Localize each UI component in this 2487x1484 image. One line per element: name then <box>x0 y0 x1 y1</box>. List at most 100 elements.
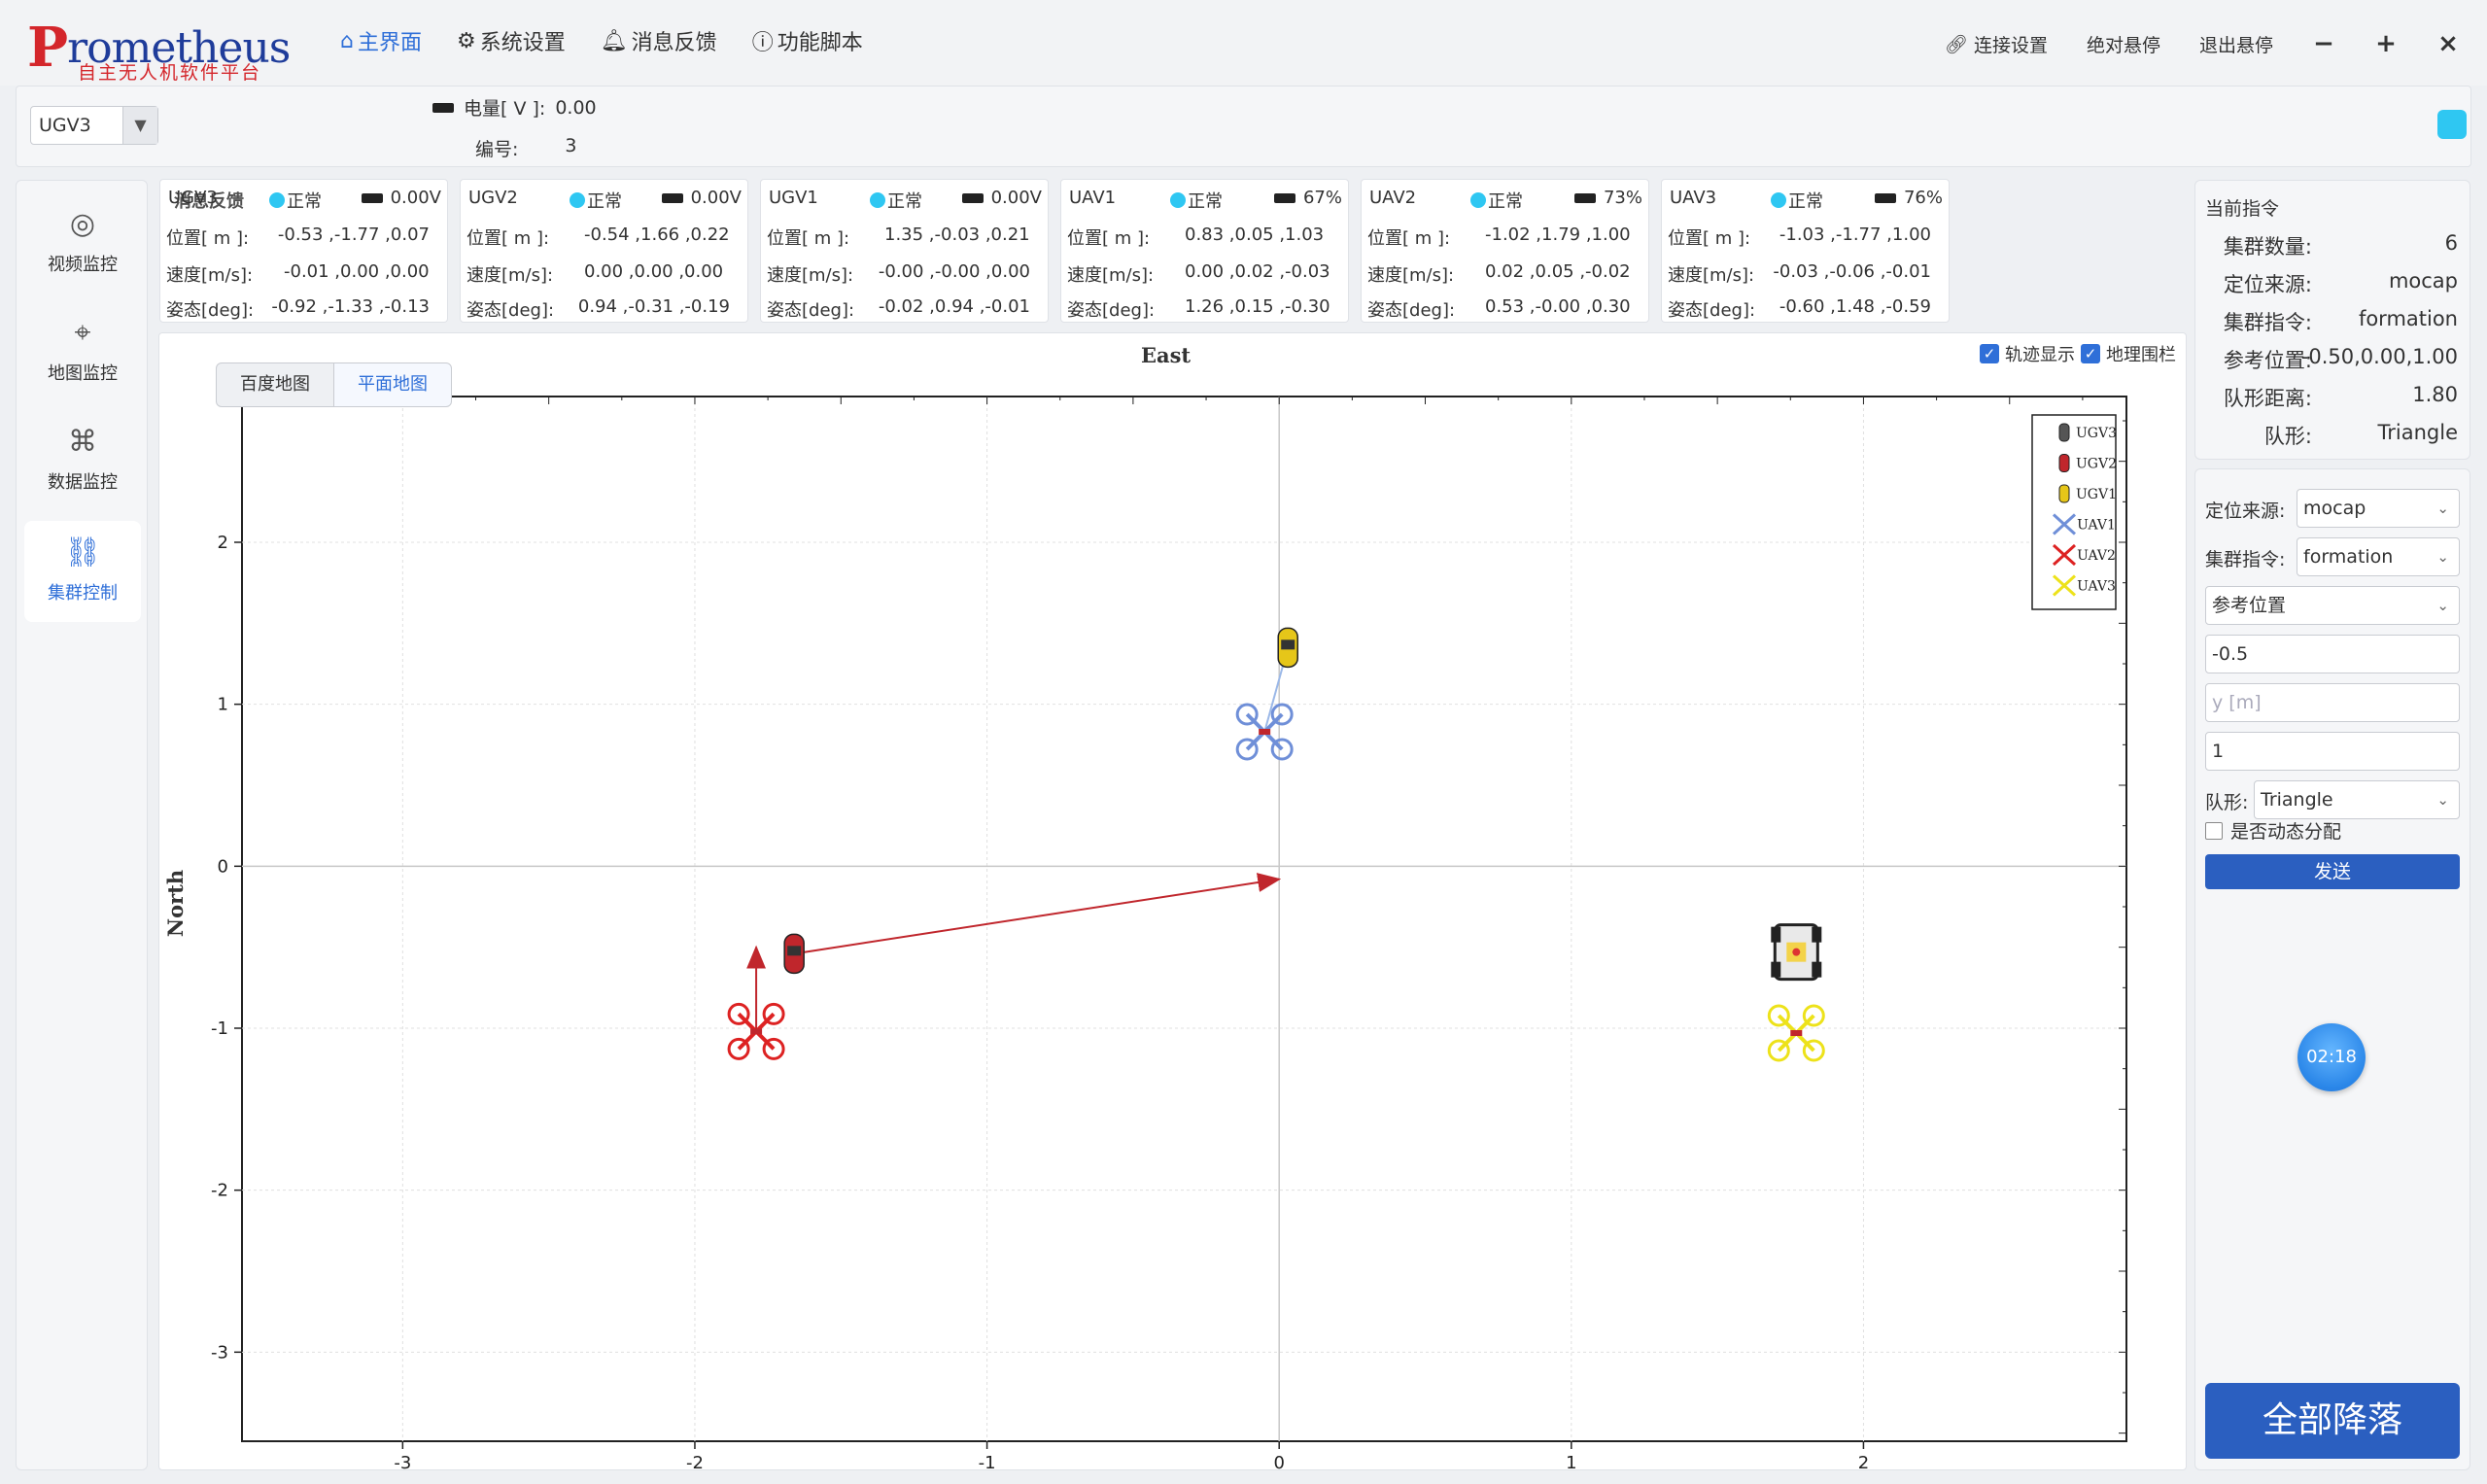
close-button[interactable]: × <box>2436 29 2460 58</box>
sidebar-item-video[interactable]: ◎ 视频监控 <box>24 192 141 293</box>
nav-settings[interactable]: ⚙ 系统设置 <box>457 25 566 56</box>
minimize-button[interactable]: − <box>2312 29 2335 58</box>
tab-baidu-map[interactable]: 百度地图 <box>216 362 334 407</box>
sidebar-item-label: 集群控制 <box>48 583 118 604</box>
card-velocity-row: 速度[m/s]: -0.01 ,0.00 ,0.00 <box>166 261 435 287</box>
card-battery-value: 76% <box>1903 188 1943 208</box>
swarm-command-select[interactable]: formation ⌄ <box>2297 537 2460 576</box>
chevron-down-icon[interactable]: ▼ <box>122 107 157 144</box>
card-battery: 67% <box>1273 188 1342 208</box>
x-tick-label: -2 <box>686 1453 704 1471</box>
info-key: 集群数量: <box>2223 235 2312 259</box>
info-row: 集群指令: formation <box>2205 307 2458 340</box>
hierarchy-icon: ⛓︎ <box>63 535 102 569</box>
nav-messages-label: 消息反馈 <box>631 31 717 55</box>
info-row: 定位来源: mocap <box>2205 269 2458 302</box>
nav-messages[interactable]: 🔔︎ 消息反馈 <box>601 25 717 56</box>
drone-icon: ⌘ <box>68 425 97 459</box>
info-key: 定位来源: <box>2223 273 2312 296</box>
y-tick-label: 2 <box>218 533 228 553</box>
card-velocity-row: 速度[m/s]: 0.00 ,0.00 ,0.00 <box>466 261 736 287</box>
attitude-label: 姿态[deg]: <box>166 300 255 321</box>
absolute-hover-button[interactable]: 绝对悬停 <box>2087 31 2160 57</box>
info-value: mocap <box>2388 269 2458 293</box>
send-button[interactable]: 发送 <box>2205 854 2460 889</box>
reference-select[interactable]: 参考位置 ⌄ <box>2205 586 2460 625</box>
sidebar-item-map[interactable]: ⌖ 地图监控 <box>24 301 141 402</box>
maximize-button[interactable]: + <box>2374 29 2398 58</box>
info-value: Triangle <box>2377 421 2458 444</box>
attitude-value: -0.60 ,1.48 ,-0.59 <box>1779 296 1931 317</box>
status-card-uav3: UAV3 正常 76% 位置[ m ]: -1.03 ,-1.77 ,1.00 速度[m/… <box>1661 179 1950 323</box>
vehicle-selector-bar: UGV3 ▼ 电量[ V ]: 0.00 编号: 3 <box>16 86 2471 167</box>
status-card-uav2: UAV2 正常 73% 位置[ m ]: -1.02 ,1.79 ,1.00 速度[m/s… <box>1361 179 1649 323</box>
plot-frame <box>241 396 2127 1442</box>
position-value: -0.54 ,1.66 ,0.22 <box>584 224 730 245</box>
marker-ugv2[interactable] <box>783 933 805 975</box>
velocity-value: 0.00 ,0.00 ,0.00 <box>584 261 724 282</box>
velocity-label: 速度[m/s]: <box>466 265 554 286</box>
position-value: 1.35 ,-0.03 ,0.21 <box>884 224 1030 245</box>
battery-icon <box>1573 192 1596 203</box>
card-position-row: 位置[ m ]: -0.54 ,1.66 ,0.22 <box>466 224 736 250</box>
marker-ugv1[interactable] <box>1277 627 1298 669</box>
geofence-label: 地理围栏 <box>2106 345 2176 365</box>
attitude-value: 0.53 ,-0.00 ,0.30 <box>1485 296 1631 317</box>
vehicle-select[interactable]: UGV3 ▼ <box>30 106 158 145</box>
map-panel: -3 -2 -1 0 1 2 2 1 0 -1 -2 -3 UGV3 UGV2 UGV1 UAV1 UAV2 UA… <box>158 332 2188 1471</box>
attitude-value: -0.92 ,-1.33 ,-0.13 <box>271 296 430 317</box>
legend-label: UGV2 <box>2076 457 2117 472</box>
nav-scripts[interactable]: ⓘ 功能脚本 <box>752 25 863 56</box>
z-input[interactable] <box>2205 732 2460 771</box>
card-name: UAV3 <box>1670 188 1717 208</box>
position-value: -1.02 ,1.79 ,1.00 <box>1485 224 1631 245</box>
nav-home[interactable]: ⌂ 主界面 <box>340 25 422 56</box>
legend-label: UAV1 <box>2077 518 2116 534</box>
card-battery: 76% <box>1874 188 1943 208</box>
reference-value: 参考位置 <box>2212 595 2287 616</box>
velocity-value: -0.01 ,0.00 ,0.00 <box>284 261 430 282</box>
card-attitude-row: 姿态[deg]: -0.60 ,1.48 ,-0.59 <box>1668 296 1937 322</box>
card-position-row: 位置[ m ]: -0.53 ,-1.77 ,0.07 <box>166 224 435 250</box>
elapsed-timer: 02:18 <box>2297 1023 2366 1091</box>
legend-swatch <box>2058 454 2070 472</box>
info-row: 队形距离: 1.80 <box>2205 383 2458 416</box>
location-source-select[interactable]: mocap ⌄ <box>2297 489 2460 528</box>
card-name: UAV2 <box>1369 188 1417 208</box>
card-battery: 0.00V <box>961 188 1042 208</box>
sidebar-item-label: 视频监控 <box>48 255 118 275</box>
card-battery: 0.00V <box>661 188 742 208</box>
x-input[interactable] <box>2205 635 2460 673</box>
card-velocity-row: 速度[m/s]: 0.00 ,0.02 ,-0.03 <box>1067 261 1336 287</box>
exit-hover-button[interactable]: 退出悬停 <box>2199 31 2273 57</box>
land-all-button[interactable]: 全部降落 <box>2205 1383 2460 1459</box>
battery-icon <box>361 192 383 203</box>
y-tick-label: 0 <box>218 856 228 877</box>
info-row: 参考位置: -0.50,0.00,1.00 <box>2205 345 2458 378</box>
map-tabs: 百度地图 平面地图 <box>216 362 452 407</box>
position-label: 位置[ m ]: <box>1367 228 1451 249</box>
card-name: UAV1 <box>1069 188 1117 208</box>
main-nav: ⌂ 主界面 ⚙ 系统设置 🔔︎ 消息反馈 ⓘ 功能脚本 <box>340 25 863 56</box>
connect-settings-button[interactable]: 🔗︎ 连接设置 <box>1945 31 2048 57</box>
dynamic-assign-checkbox[interactable]: 是否动态分配 <box>2205 817 2341 844</box>
tab-plane-map[interactable]: 平面地图 <box>333 362 452 407</box>
marker-ugv3[interactable] <box>1771 923 1822 982</box>
legend-label: UGV1 <box>2076 487 2117 502</box>
info-key: 参考位置: <box>2223 349 2312 372</box>
geofence-checkbox[interactable]: ✓ 地理围栏 <box>2081 341 2176 366</box>
card-position-row: 位置[ m ]: -1.02 ,1.79 ,1.00 <box>1367 224 1637 250</box>
info-key: 队形: <box>2263 425 2312 448</box>
card-velocity-row: 速度[m/s]: -0.03 ,-0.06 ,-0.01 <box>1668 261 1937 287</box>
y-input[interactable] <box>2205 683 2460 722</box>
position-label: 位置[ m ]: <box>466 228 550 249</box>
attitude-value: 1.26 ,0.15 ,-0.30 <box>1185 296 1330 317</box>
track-display-checkbox[interactable]: ✓ 轨迹显示 <box>1980 341 2075 366</box>
sidebar-item-data[interactable]: ⌘ 数据监控 <box>24 410 141 511</box>
sidebar-item-swarm[interactable]: ⛓︎ 集群控制 <box>24 521 141 622</box>
location-source-value: mocap <box>2303 498 2366 519</box>
formation-select[interactable]: Triangle ⌄ <box>2254 780 2460 819</box>
x-tick-label: 2 <box>1858 1453 1869 1471</box>
position-value: -1.03 ,-1.77 ,1.00 <box>1779 224 1931 245</box>
formation-plot[interactable]: -3 -2 -1 0 1 2 2 1 0 -1 -2 -3 UGV3 UGV2 UGV1 UAV1 UAV2 UA… <box>159 333 2188 1471</box>
